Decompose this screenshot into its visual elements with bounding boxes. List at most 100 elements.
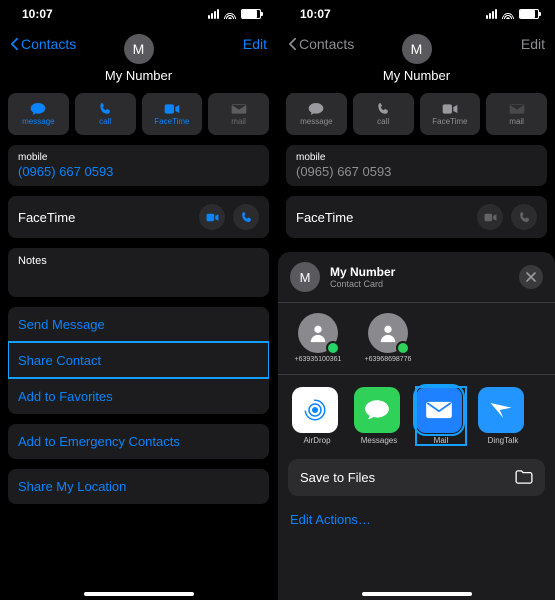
- messages-app[interactable]: Messages: [354, 387, 404, 445]
- edit-button[interactable]: Edit: [243, 36, 267, 52]
- facetime-audio-button[interactable]: [233, 204, 259, 230]
- share-sheet: M My Number Contact Card +63935100361: [278, 252, 555, 600]
- link-list-2: Add to Emergency Contacts: [8, 424, 269, 459]
- call-action[interactable]: call: [75, 93, 136, 135]
- phone-right: 10:07 Contacts Edit M My Number message …: [277, 0, 555, 600]
- call-action[interactable]: call: [353, 93, 414, 135]
- sheet-title: My Number: [330, 265, 395, 279]
- share-sheet-container: M My Number Contact Card +63935100361: [278, 252, 555, 600]
- dingtalk-app[interactable]: DingTalk: [478, 387, 528, 445]
- status-indicators: [486, 9, 539, 19]
- folder-icon: [515, 470, 533, 484]
- facetime-label: FaceTime: [154, 117, 189, 126]
- back-label: Contacts: [21, 36, 76, 52]
- status-time: 10:07: [300, 7, 331, 21]
- wifi-icon: [501, 9, 515, 19]
- mail-app[interactable]: Mail: [416, 387, 466, 445]
- status-bar: 10:07: [278, 0, 555, 28]
- chevron-left-icon: [288, 37, 297, 51]
- facetime-card-label: FaceTime: [296, 210, 353, 225]
- sheet-avatar: M: [290, 262, 320, 292]
- facetime-card-label: FaceTime: [18, 210, 75, 225]
- close-button[interactable]: [519, 265, 543, 289]
- sheet-subtitle: Contact Card: [330, 279, 395, 289]
- sheet-header: M My Number Contact Card: [278, 262, 555, 303]
- message-icon: [30, 102, 46, 116]
- back-button[interactable]: Contacts: [10, 36, 76, 52]
- send-message-row[interactable]: Send Message: [8, 307, 269, 342]
- person-icon: [307, 322, 329, 344]
- avatar[interactable]: M: [402, 34, 432, 64]
- person-avatar: [298, 313, 338, 353]
- airdrop-app[interactable]: AirDrop: [292, 387, 342, 445]
- share-person-1[interactable]: +63935100361: [292, 313, 344, 364]
- add-emergency-row[interactable]: Add to Emergency Contacts: [8, 424, 269, 459]
- cellular-icon: [486, 9, 497, 19]
- contact-name: My Number: [0, 68, 277, 83]
- people-row: +63935100361 +63968698776: [278, 303, 555, 375]
- share-person-2[interactable]: +63968698776: [362, 313, 414, 364]
- facetime-action[interactable]: FaceTime: [142, 93, 203, 135]
- messages-label: Messages: [354, 436, 404, 445]
- message-action[interactable]: message: [8, 93, 69, 135]
- back-button[interactable]: Contacts: [288, 36, 354, 52]
- dingtalk-label: DingTalk: [478, 436, 528, 445]
- mobile-card[interactable]: mobile (0965) 667 0593: [286, 145, 547, 186]
- video-icon: [164, 102, 180, 116]
- video-icon: [484, 211, 497, 224]
- mobile-value: (0965) 667 0593: [296, 164, 537, 179]
- person-icon: [377, 322, 399, 344]
- person-number: +63935100361: [292, 356, 344, 364]
- facetime-card: FaceTime: [8, 196, 269, 238]
- airdrop-label: AirDrop: [292, 436, 342, 445]
- phone-icon: [240, 211, 253, 224]
- home-indicator[interactable]: [84, 592, 194, 596]
- avatar[interactable]: M: [124, 34, 154, 64]
- save-to-files-row[interactable]: Save to Files: [288, 459, 545, 496]
- cellular-icon: [208, 9, 219, 19]
- edit-button[interactable]: Edit: [521, 36, 545, 52]
- airdrop-icon: [292, 387, 338, 433]
- whatsapp-badge-icon: [326, 341, 340, 355]
- mail-action: mail: [486, 93, 547, 135]
- link-list-1: Send Message Share Contact Add to Favori…: [8, 307, 269, 414]
- facetime-action[interactable]: FaceTime: [420, 93, 481, 135]
- chevron-left-icon: [10, 37, 19, 51]
- call-label: call: [377, 117, 389, 126]
- phone-left: 10:07 Contacts Edit M My Number message …: [0, 0, 277, 600]
- phone-icon: [375, 102, 391, 116]
- mobile-value: (0965) 667 0593: [18, 164, 259, 179]
- phone-icon: [518, 211, 531, 224]
- dingtalk-icon: [478, 387, 524, 433]
- close-icon: [526, 272, 536, 282]
- mail-app-icon: [416, 387, 462, 433]
- notes-card[interactable]: Notes: [8, 248, 269, 297]
- contact-name: My Number: [278, 68, 555, 83]
- mobile-card[interactable]: mobile (0965) 667 0593: [8, 145, 269, 186]
- messages-app-icon: [354, 387, 400, 433]
- mail-app-label: Mail: [416, 436, 466, 445]
- mail-icon: [231, 102, 247, 116]
- phone-icon: [97, 102, 113, 116]
- mail-icon: [509, 102, 525, 116]
- messages-badge-icon: [396, 341, 410, 355]
- mail-label: mail: [231, 117, 246, 126]
- message-action[interactable]: message: [286, 93, 347, 135]
- facetime-label: FaceTime: [432, 117, 467, 126]
- home-indicator[interactable]: [362, 592, 472, 596]
- apps-row: AirDrop Messages Mail: [278, 375, 555, 453]
- facetime-video-button[interactable]: [477, 204, 503, 230]
- mobile-label: mobile: [18, 152, 259, 163]
- action-row: message call FaceTime mail: [0, 83, 277, 145]
- action-row: message call FaceTime mail: [278, 83, 555, 145]
- facetime-video-button[interactable]: [199, 204, 225, 230]
- message-label: message: [300, 117, 332, 126]
- facetime-audio-button[interactable]: [511, 204, 537, 230]
- add-favorites-row[interactable]: Add to Favorites: [8, 378, 269, 414]
- share-contact-row[interactable]: Share Contact: [8, 342, 269, 378]
- save-to-files-label: Save to Files: [300, 470, 375, 485]
- notes-label: Notes: [18, 255, 259, 267]
- person-number: +63968698776: [362, 356, 414, 364]
- share-location-row[interactable]: Share My Location: [8, 469, 269, 504]
- edit-actions-row[interactable]: Edit Actions…: [278, 502, 555, 527]
